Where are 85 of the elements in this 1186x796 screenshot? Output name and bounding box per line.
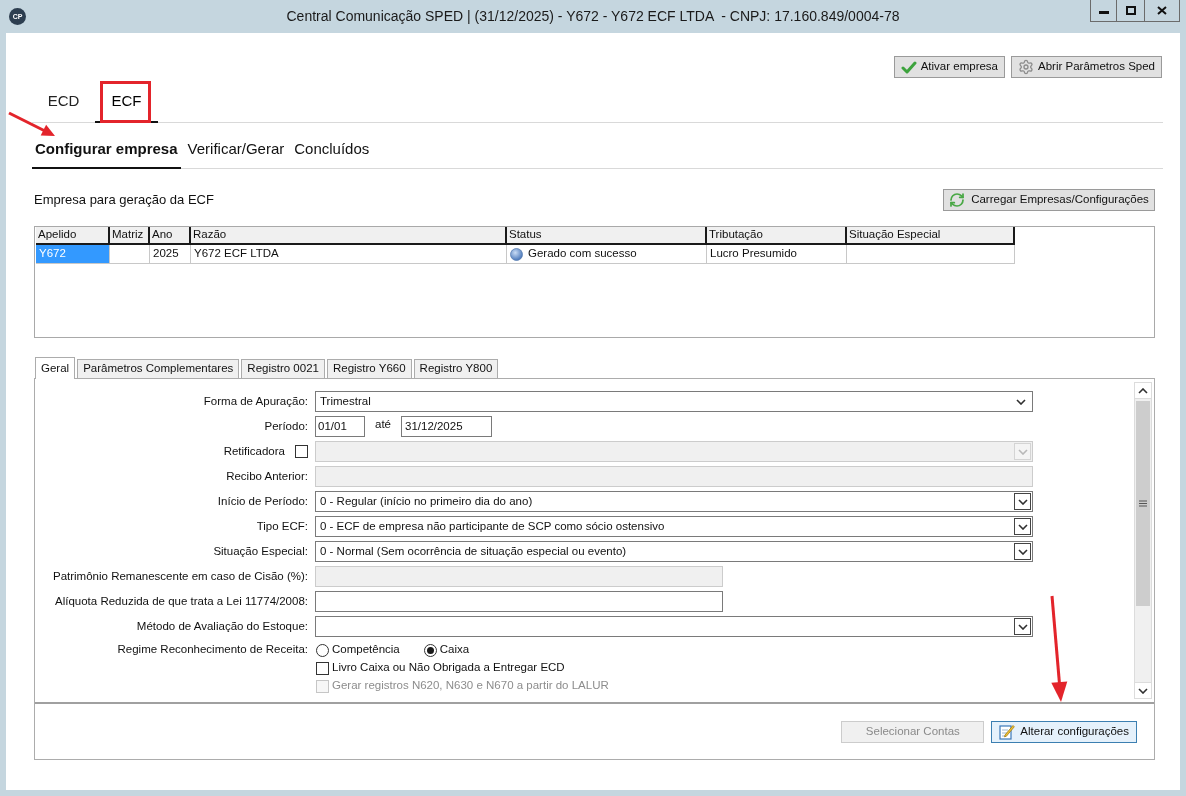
field-label: Período: (264, 418, 308, 434)
column-header[interactable]: Ano (150, 227, 191, 245)
column-header[interactable]: Apelido (36, 227, 110, 245)
column-header[interactable]: Matriz (110, 227, 150, 245)
table-cell (110, 245, 150, 264)
toolbar-button[interactable]: Abrir Parâmetros Sped (1011, 56, 1162, 78)
scrollbar[interactable] (1134, 382, 1152, 699)
refresh-icon (949, 192, 966, 208)
annotation-arrow (6, 110, 58, 139)
document-pencil-icon (999, 723, 1016, 740)
date-field[interactable]: 31/12/2025 (401, 416, 492, 437)
dropdown-button[interactable] (1014, 518, 1031, 535)
chevron-down-icon (1016, 398, 1026, 405)
tab[interactable]: Geral (35, 357, 76, 379)
field-label: Forma de Apuração: (203, 393, 308, 409)
tab[interactable]: Registro Y800 (413, 359, 499, 378)
chevron-down-icon (1017, 523, 1028, 530)
dropdown-field[interactable] (315, 616, 1033, 637)
toolbar-button[interactable]: Ativar empresa (893, 56, 1006, 78)
field-label: Recibo Anterior: (226, 468, 308, 484)
dropdown-field[interactable]: 0 - ECF de empresa não participante de SCP como sócio ostensivo (315, 516, 1033, 537)
column-header[interactable]: Razão (191, 227, 507, 245)
date-field[interactable]: 01/01 (315, 416, 365, 437)
table-cell: Lucro Presumido (707, 245, 847, 264)
dropdown-button[interactable] (1014, 618, 1031, 635)
table-cell: Y672 (36, 245, 110, 264)
table-cell: Y672 ECF LTDA (191, 245, 507, 264)
dropdown-button[interactable] (1014, 493, 1031, 510)
table-cell: 2025 (150, 245, 191, 264)
dropdown-button[interactable] (1014, 543, 1031, 560)
gear-icon (1018, 59, 1035, 75)
tab[interactable]: Verificar/Gerar (184, 123, 288, 169)
column-header[interactable]: Status (507, 227, 707, 245)
dropdown-field[interactable]: 0 - Normal (Sem ocorrência de situação especial ou evento) (315, 541, 1033, 562)
section-caption: Empresa para geração da ECF (34, 191, 214, 210)
chevron-down-icon (1017, 548, 1028, 555)
load-button[interactable]: Carregar Empresas/Configurações (943, 189, 1155, 211)
scrollbar-thumb[interactable] (1136, 401, 1150, 606)
action-button[interactable]: Alterar configurações (991, 720, 1137, 743)
dropdown-field[interactable]: Trimestral (315, 391, 1033, 412)
tab[interactable]: Registro 0021 (241, 359, 325, 378)
check-icon (900, 60, 917, 74)
checkbox[interactable] (316, 661, 329, 675)
close-icon (1157, 6, 1167, 15)
dropdown-field[interactable]: 0 - Regular (início no primeiro dia do ano) (315, 491, 1033, 512)
field-label: Tipo ECF: (256, 518, 308, 534)
field-label: Início de Período: (217, 493, 308, 509)
tab[interactable]: Parâmetros Complementares (77, 359, 240, 378)
chevron-down-icon (1017, 498, 1028, 505)
close-button[interactable] (1145, 0, 1180, 22)
window-title: Central Comunicação SPED | (31/12/2025) - Y672 - Y672 ECF LTDA - CNPJ: 17.160.849/0004-78 (286, 7, 900, 26)
radio-button[interactable] (316, 643, 329, 657)
range-separator: até (375, 417, 391, 433)
tab[interactable]: Concluídos (291, 123, 373, 169)
grip-icon (1139, 500, 1147, 507)
field-label: Alíquota Reduzida de que trata a Lei 11774/2008: (55, 593, 308, 609)
status-icon (510, 247, 523, 261)
chevron-down-icon (1138, 687, 1148, 694)
checkbox-label: Gerar registros N620, N630 e N670 a partir do LALUR (332, 678, 609, 694)
radio-label: Competência (332, 642, 400, 658)
table-cell: Gerado com sucesso (507, 245, 707, 264)
chevron-up-icon (1138, 387, 1148, 394)
column-header[interactable]: Situação Especial (847, 227, 1015, 245)
field-label: Regime Reconhecimento de Receita: (117, 642, 308, 658)
chevron-down-icon (1017, 623, 1028, 630)
tab[interactable]: ECD (32, 81, 95, 123)
tab[interactable]: ECF (95, 81, 158, 123)
field-label: Retificadora (223, 443, 285, 459)
scroll-down-button[interactable] (1135, 682, 1151, 698)
chevron-down-icon (1017, 448, 1028, 455)
minimize-button[interactable] (1090, 0, 1117, 22)
scroll-up-button[interactable] (1135, 383, 1151, 399)
field-label: Método de Avaliação do Estoque: (136, 618, 308, 634)
minimize-icon (1098, 11, 1109, 14)
maximize-button[interactable] (1117, 0, 1145, 22)
field-label: Situação Especial: (213, 543, 308, 559)
column-header[interactable]: Tributação (707, 227, 847, 245)
radio-button[interactable] (423, 643, 437, 657)
field-label: Patrimônio Remanescente em caso de Cisão (%): (52, 568, 308, 584)
text-field[interactable] (315, 591, 723, 612)
checkbox-label: Livro Caixa ou Não Obrigada a Entregar ECD (332, 660, 565, 676)
highlight-frame (100, 81, 151, 123)
tab[interactable]: Registro Y660 (326, 359, 412, 378)
radio-label: Caixa (439, 642, 470, 658)
maximize-icon (1125, 6, 1136, 15)
